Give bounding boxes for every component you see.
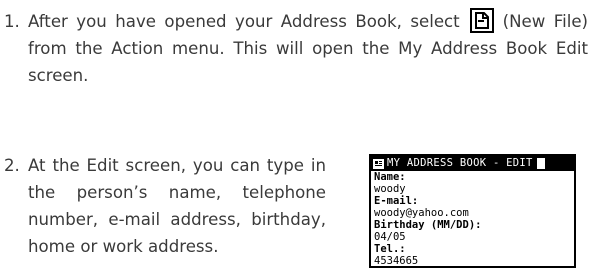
screen-title: MY ADDRESS BOOK - EDIT	[387, 157, 533, 169]
title-end-block	[536, 158, 545, 169]
step-text: At the Edit screen, you can type in the …	[28, 156, 326, 256]
field-value-email[interactable]: woody@yahoo.com	[371, 207, 574, 219]
field-value-tel[interactable]: 4534665	[371, 255, 574, 267]
device-screen: MY ADDRESS BOOK - EDIT Name: woody E-mai…	[369, 154, 576, 268]
step-text-before: After you have opened your Address Book,…	[28, 12, 460, 31]
field-value-name[interactable]: woody	[371, 183, 574, 195]
field-label-tel: Tel.:	[374, 243, 406, 255]
screen-title-bar: MY ADDRESS BOOK - EDIT	[371, 156, 574, 171]
field-value-birthday[interactable]: 04/05	[371, 231, 574, 243]
step-2: 2. At the Edit screen, you can type in t…	[0, 152, 340, 260]
field-label-name: Name:	[374, 171, 406, 183]
field-label-birthday: Birthday (MM/DD):	[374, 219, 482, 231]
step-number: 2.	[4, 156, 20, 175]
address-book-icon	[373, 158, 384, 169]
step-1: 1. After you have opened your Address Bo…	[0, 8, 588, 89]
step-number: 1.	[4, 12, 20, 31]
step-text: After you have opened your Address Book,…	[28, 8, 588, 89]
new-file-icon	[470, 8, 495, 33]
field-label-email: E-mail:	[374, 195, 419, 207]
